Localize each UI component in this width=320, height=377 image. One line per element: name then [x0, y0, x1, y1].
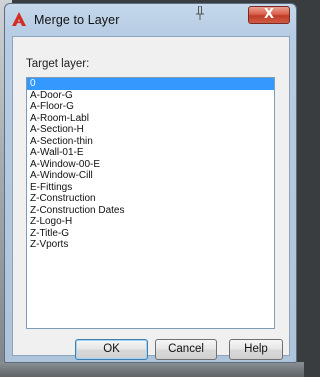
layer-list-item[interactable]: A-Wall-01-E: [27, 147, 274, 159]
window-title: Merge to Layer: [34, 13, 120, 27]
layer-list-item[interactable]: Z-Vports: [27, 239, 274, 251]
pin-icon: [196, 6, 204, 20]
cancel-button[interactable]: Cancel: [155, 339, 217, 360]
button-row: OK Cancel Help: [13, 339, 289, 361]
layer-list-item[interactable]: A-Door-G: [27, 90, 274, 102]
layer-list-item[interactable]: Z-Construction: [27, 193, 274, 205]
ok-button[interactable]: OK: [75, 339, 148, 360]
layer-list-item[interactable]: E-Fittings: [27, 182, 274, 194]
close-icon: X: [263, 7, 275, 22]
target-layer-label: Target layer:: [26, 58, 90, 70]
autocad-logo-icon: [12, 12, 26, 26]
layer-list-item[interactable]: A-Room-Labl: [27, 113, 274, 125]
background-taskbar: [0, 362, 304, 377]
layer-list-item[interactable]: A-Section-thin: [27, 136, 274, 148]
layer-list-item[interactable]: Z-Logo-H: [27, 216, 274, 228]
layer-list-item[interactable]: A-Window-Cill: [27, 170, 274, 182]
help-button[interactable]: Help: [229, 339, 283, 360]
layer-list-item[interactable]: Z-Construction Dates: [27, 205, 274, 217]
layer-list-item[interactable]: 0: [27, 78, 274, 90]
layer-list-item[interactable]: A-Window-00-E: [27, 159, 274, 171]
layer-list-item[interactable]: Z-Title-G: [27, 228, 274, 240]
merge-to-layer-dialog: Merge to Layer X Target layer: 0 A-Door-G…: [4, 3, 297, 363]
title-bar[interactable]: Merge to Layer X: [5, 4, 296, 36]
layer-list-item[interactable]: A-Section-H: [27, 124, 274, 136]
target-layer-listbox[interactable]: 0 A-Door-G A-Floor-G A-Room-Labl A-Section-H…: [26, 77, 275, 329]
close-button[interactable]: X: [248, 6, 290, 24]
layer-list-item[interactable]: A-Floor-G: [27, 101, 274, 113]
dialog-body: Target layer: 0 A-Door-G A-Floor-G A-Room-L…: [12, 36, 290, 360]
